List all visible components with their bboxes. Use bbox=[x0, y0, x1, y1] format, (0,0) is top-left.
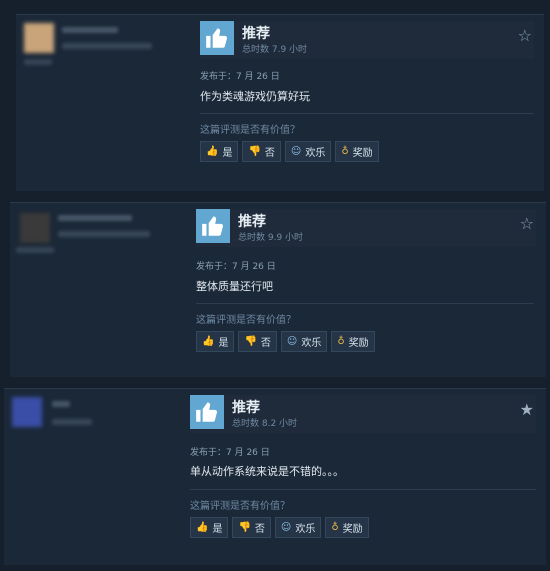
avatar[interactable] bbox=[20, 213, 50, 243]
divider bbox=[190, 489, 536, 490]
smiley-icon: ☺ bbox=[286, 335, 298, 347]
review-card: 推荐 总时数 7.9 小时 ☆ 发布于：7 月 26 日 作为类魂游戏仍算好玩 … bbox=[16, 14, 544, 191]
thumbs-down-icon: 👎 bbox=[238, 521, 251, 533]
reviewer-stats-blurred bbox=[58, 231, 150, 237]
posted-date: 发布于：7 月 26 日 bbox=[196, 262, 276, 272]
helpful-question: 这篇评测是否有价值？ bbox=[200, 125, 300, 136]
playtime: 总时数 8.2 小时 bbox=[232, 419, 298, 429]
vote-no-button[interactable]: 👎 否 bbox=[242, 141, 281, 162]
reviewer-stats-blurred bbox=[62, 43, 152, 49]
award-icon: ♁ bbox=[341, 145, 349, 157]
vote-yes-button[interactable]: 👍 是 bbox=[190, 517, 229, 538]
divider bbox=[200, 113, 534, 114]
avatar[interactable] bbox=[24, 23, 54, 53]
award-icon: ♁ bbox=[337, 335, 345, 347]
award-button[interactable]: ♁ 奖励 bbox=[335, 141, 379, 162]
reviewer-name-blurred[interactable] bbox=[62, 27, 118, 33]
vote-funny-button[interactable]: ☺ 欢乐 bbox=[284, 141, 332, 162]
review-content: 单从动作系统来说是不错的。。。 bbox=[190, 465, 344, 478]
recommend-label[interactable]: 推荐 bbox=[238, 211, 266, 231]
reviewer-name-blurred[interactable] bbox=[52, 401, 70, 407]
thumbs-down-icon: 👎 bbox=[244, 335, 257, 347]
recommend-label[interactable]: 推荐 bbox=[242, 23, 270, 43]
thumbs-up-icon bbox=[200, 21, 234, 55]
vote-funny-button[interactable]: ☺ 欢乐 bbox=[274, 517, 322, 538]
star-icon[interactable]: ☆ bbox=[520, 216, 534, 232]
vote-funny-button[interactable]: ☺ 欢乐 bbox=[280, 331, 328, 352]
award-button[interactable]: ♁ 奖励 bbox=[331, 331, 375, 352]
vote-yes-button[interactable]: 👍 是 bbox=[200, 141, 239, 162]
reviewer-extra-blurred bbox=[16, 247, 54, 253]
helpful-question: 这篇评测是否有价值？ bbox=[190, 501, 290, 512]
thumbs-down-icon: 👎 bbox=[248, 145, 261, 157]
vote-no-button[interactable]: 👎 否 bbox=[232, 517, 271, 538]
review-content: 整体质量还行吧 bbox=[196, 280, 273, 293]
award-icon: ♁ bbox=[331, 521, 339, 533]
thumbs-up-icon bbox=[196, 209, 230, 243]
thumbs-up-icon: 👍 bbox=[196, 521, 209, 533]
playtime: 总时数 7.9 小时 bbox=[242, 45, 308, 55]
thumbs-up-icon bbox=[190, 395, 224, 429]
review-content: 作为类魂游戏仍算好玩 bbox=[200, 90, 310, 103]
vote-buttons: 👍 是 👎 否 ☺ 欢乐 ♁ 奖励 bbox=[196, 331, 375, 352]
smiley-icon: ☺ bbox=[290, 145, 302, 157]
vote-buttons: 👍 是 👎 否 ☺ 欢乐 ♁ 奖励 bbox=[190, 517, 369, 538]
star-icon[interactable]: ☆ bbox=[518, 28, 532, 44]
vote-no-button[interactable]: 👎 否 bbox=[238, 331, 277, 352]
thumbs-up-icon: 👍 bbox=[202, 335, 215, 347]
thumbs-up-icon: 👍 bbox=[206, 145, 219, 157]
review-header: 推荐 总时数 7.9 小时 ☆ bbox=[200, 21, 534, 59]
reviewer-name-blurred[interactable] bbox=[58, 215, 132, 221]
award-button[interactable]: ♁ 奖励 bbox=[325, 517, 369, 538]
helpful-question: 这篇评测是否有价值？ bbox=[196, 315, 296, 326]
smiley-icon: ☺ bbox=[280, 521, 292, 533]
playtime: 总时数 9.9 小时 bbox=[238, 233, 304, 243]
reviewer-stats-blurred bbox=[52, 419, 92, 425]
star-icon[interactable]: ★ bbox=[520, 402, 534, 418]
posted-date: 发布于：7 月 26 日 bbox=[200, 72, 280, 82]
vote-buttons: 👍 是 👎 否 ☺ 欢乐 ♁ 奖励 bbox=[200, 141, 379, 162]
vote-yes-button[interactable]: 👍 是 bbox=[196, 331, 235, 352]
avatar[interactable] bbox=[12, 397, 42, 427]
review-card: 推荐 总时数 8.2 小时 ★ 发布于：7 月 26 日 单从动作系统来说是不错… bbox=[4, 388, 546, 565]
recommend-label[interactable]: 推荐 bbox=[232, 397, 260, 417]
posted-date: 发布于：7 月 26 日 bbox=[190, 448, 270, 458]
review-header: 推荐 总时数 9.9 小时 ☆ bbox=[196, 209, 536, 247]
divider bbox=[196, 303, 534, 304]
reviewer-extra-blurred bbox=[24, 59, 52, 65]
reviewer-info bbox=[16, 15, 186, 191]
review-card: 推荐 总时数 9.9 小时 ☆ 发布于：7 月 26 日 整体质量还行吧 这篇评… bbox=[10, 202, 546, 377]
reviewer-info bbox=[4, 389, 174, 565]
review-header: 推荐 总时数 8.2 小时 ★ bbox=[190, 395, 536, 433]
reviewer-info bbox=[10, 203, 180, 377]
